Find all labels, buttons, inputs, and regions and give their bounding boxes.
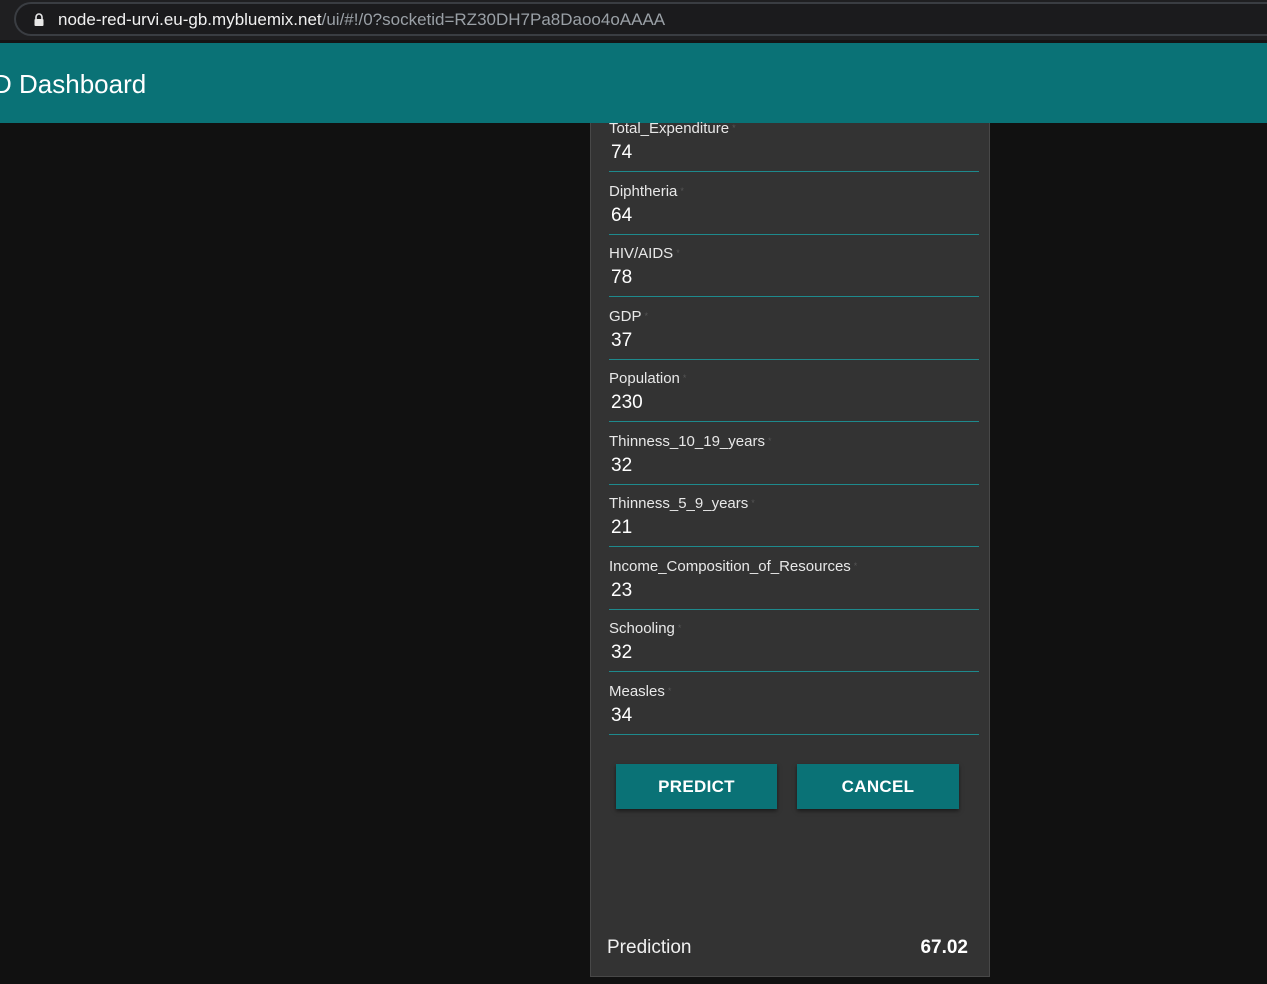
field-label: Schooling	[609, 621, 681, 636]
field-hiv-aids: HIV/AIDS	[609, 246, 981, 297]
hiv-aids-input[interactable]	[609, 265, 981, 291]
field-population: Population	[609, 371, 981, 422]
schooling-input[interactable]	[609, 640, 981, 666]
field-schooling: Schooling	[609, 621, 981, 672]
population-input[interactable]	[609, 390, 981, 416]
field-label: Population	[609, 371, 686, 386]
predict-button[interactable]: PREDICT	[616, 764, 777, 809]
field-label: Income_Composition_of_Resources	[609, 559, 857, 574]
dashboard-toolbar: D Dashboard	[0, 43, 1267, 123]
thinness-5-9-input[interactable]	[609, 515, 981, 541]
measles-input[interactable]	[609, 703, 981, 729]
field-thinness-10-19: Thinness_10_19_years	[609, 434, 981, 485]
field-gdp: GDP	[609, 309, 981, 360]
field-thinness-5-9: Thinness_5_9_years	[609, 496, 981, 547]
field-income-composition: Income_Composition_of_Resources	[609, 559, 981, 610]
lock-icon[interactable]	[33, 13, 45, 27]
field-label: GDP	[609, 309, 648, 324]
field-measles: Measles	[609, 684, 981, 735]
prediction-form-card: Total_Expenditure Diphtheria HIV/AIDS GD…	[590, 121, 990, 977]
dashboard-title: D Dashboard	[0, 69, 147, 99]
prediction-label: Prediction	[607, 937, 692, 958]
field-label: Total_Expenditure	[609, 121, 736, 136]
cancel-button[interactable]: CANCEL	[797, 764, 959, 809]
address-bar[interactable]: node-red-urvi.eu-gb.mybluemix.net/ui/#!/…	[14, 2, 1267, 36]
field-label: Diphtheria	[609, 184, 684, 199]
prediction-value: 67.02	[920, 937, 968, 958]
total-expenditure-input[interactable]	[609, 140, 981, 166]
diphtheria-input[interactable]	[609, 203, 981, 229]
browser-address-row: node-red-urvi.eu-gb.mybluemix.net/ui/#!/…	[0, 0, 1267, 40]
url-host: node-red-urvi.eu-gb.mybluemix.net	[58, 10, 322, 29]
gdp-input[interactable]	[609, 328, 981, 354]
field-label: Thinness_5_9_years	[609, 496, 755, 511]
url-text[interactable]: node-red-urvi.eu-gb.mybluemix.net/ui/#!/…	[58, 10, 665, 30]
thinness-10-19-input[interactable]	[609, 453, 981, 479]
field-diphtheria: Diphtheria	[609, 184, 981, 235]
field-label: HIV/AIDS	[609, 246, 680, 261]
field-label: Thinness_10_19_years	[609, 434, 771, 449]
url-path: /ui/#!/0?socketid=RZ30DH7Pa8Daoo4oAAAA	[321, 10, 666, 29]
field-total-expenditure: Total_Expenditure	[609, 121, 981, 172]
income-composition-input[interactable]	[609, 578, 981, 604]
field-label: Measles	[609, 684, 671, 699]
